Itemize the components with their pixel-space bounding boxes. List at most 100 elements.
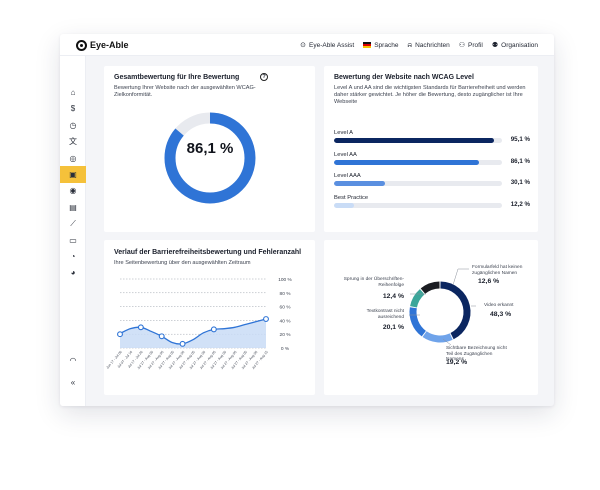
sidebar-item-fingerprint[interactable]: ◎: [60, 150, 86, 167]
fingerprint-icon: ◎: [69, 153, 77, 163]
overall-description: Bewertung Ihrer Website nach der ausgewä…: [114, 85, 256, 99]
dollar-icon: $: [70, 104, 76, 114]
donut-segment[interactable]: [422, 331, 453, 343]
error-distribution-card: Video erkannt 48,3 % Sichtbare Bezeichnung…: [324, 240, 538, 395]
wcag-level-track: [334, 138, 502, 143]
sidebar-item-document[interactable]: ▭: [60, 232, 86, 249]
segment-label: Sprung in der Überschriften-Reihenfolge: [343, 277, 404, 288]
wcag-level-track: [334, 181, 502, 186]
wcag-level-value: 95,1 %: [510, 136, 530, 143]
donut-segment[interactable]: [409, 307, 427, 337]
wcag-level-track: [334, 202, 502, 208]
wcag-level-value: 12,2 %: [510, 200, 530, 208]
wcag-level-card: Bewertung der Website nach WCAG Level Le…: [324, 66, 538, 232]
wcag-level-row: Level AAA 30,1 %: [334, 173, 530, 189]
trend-card: Verlauf der Barrierefreiheitsbewertung u…: [104, 240, 315, 395]
wcag-level-label: Best Practice: [334, 194, 369, 201]
y-tick-label: 60 %: [280, 305, 292, 311]
wcag-level-value: 30,1 %: [510, 179, 530, 186]
nav-label: Profil: [468, 41, 483, 49]
trend-point[interactable]: [179, 340, 186, 347]
y-tick-label: 40 %: [280, 318, 292, 324]
wcag-level-track: [334, 159, 502, 165]
y-tick-label: 20 %: [280, 332, 292, 338]
nav-profile[interactable]: ⚇ Profil: [459, 42, 483, 49]
nav-label: Nachrichten: [415, 41, 450, 49]
app-logo[interactable]: Eye-Able: [76, 39, 129, 51]
trend-chart: 0 %20 %40 %60 %80 %100 %Jun 17 - Jul 06J…: [105, 277, 292, 370]
trend-point[interactable]: [137, 324, 144, 331]
eye-able-logo-icon: [76, 39, 87, 51]
donut-segment[interactable]: [440, 281, 471, 340]
nav-label: Organisation: [501, 41, 538, 49]
nav-messages[interactable]: ⍾ Nachrichten: [407, 42, 449, 49]
segment-value: 20,1 %: [382, 324, 404, 331]
segment-label: Formularfeld hat keinen zugänglichen Nam…: [472, 265, 523, 276]
sidebar-item-dollar[interactable]: $: [60, 100, 86, 117]
nav-eye-able-assist[interactable]: ⊙ Eye-Able Assist: [300, 42, 354, 49]
sidebar-item-target[interactable]: ◉: [60, 182, 86, 199]
segment-label: Video erkannt: [484, 303, 514, 308]
nav-organisation[interactable]: ⚉ Organisation: [492, 42, 538, 49]
nav-language[interactable]: Sprache: [363, 42, 398, 49]
user-icon: ⚇: [458, 41, 466, 49]
y-tick-label: 80 %: [280, 291, 292, 297]
top-bar: Eye-Able ⊙ Eye-Able Assist Sprache ⍾ Nac…: [60, 34, 554, 56]
app-window: Eye-Able ⊙ Eye-Able Assist Sprache ⍾ Nac…: [60, 34, 554, 406]
organisation-icon: ⚉: [491, 41, 499, 49]
wcag-description: Level A und AA sind die wichtigsten Stan…: [334, 85, 526, 106]
nav-label: Sprache: [374, 41, 399, 49]
trend-area: [120, 319, 266, 348]
segment-value: 19,2 %: [446, 359, 468, 366]
eye-able-assist-icon: ⊙: [300, 41, 307, 49]
segment-value: 12,4 %: [382, 293, 404, 300]
trend-point[interactable]: [263, 316, 269, 322]
wcag-level-bar: [334, 138, 494, 143]
overall-score-donut: [164, 112, 256, 204]
home-icon: ⌂: [70, 88, 76, 97]
flag-germany-icon: [363, 42, 372, 48]
sidebar-item-trend-chart[interactable]: ⟋: [60, 215, 86, 232]
wcag-level-row: Level A 95,1 %: [334, 130, 530, 146]
support-icon: ◠: [69, 356, 77, 365]
nav-label: Eye-Able Assist: [309, 41, 355, 49]
sidebar-item-home[interactable]: ⌂: [60, 84, 86, 101]
collapse-icon: «: [70, 378, 76, 387]
sidebar-item-clock[interactable]: ◷: [60, 117, 86, 134]
y-tick-label: 0 %: [281, 346, 290, 352]
sidebar-item-translate[interactable]: 文: [60, 133, 86, 150]
segment-value: 12,6 %: [478, 278, 500, 285]
sidebar-item-pie-chart-alt[interactable]: ◕: [60, 264, 86, 281]
trend-point[interactable]: [158, 333, 165, 340]
wcag-title: Bewertung der Website nach WCAG Level: [334, 74, 474, 81]
pie-chart-icon: ◔: [70, 252, 76, 261]
sidebar-collapse-button[interactable]: «: [60, 374, 86, 391]
wcag-level-bar: [334, 159, 479, 165]
segment-value: 48,3 %: [490, 311, 512, 318]
sidebar-item-pie-chart[interactable]: ◔: [60, 248, 86, 265]
sidebar-item-clipboard-check[interactable]: ▣: [60, 166, 86, 183]
trend-point[interactable]: [117, 331, 123, 338]
trend-chart-icon: ⟋: [70, 218, 76, 228]
pie-chart-alt-icon: ◕: [70, 268, 76, 278]
y-tick-label: 100 %: [278, 277, 292, 283]
wcag-level-label: Level A: [334, 130, 354, 136]
pdf-document-icon: ▤: [69, 202, 77, 212]
overall-score-value: 86,1 %: [186, 140, 234, 157]
wcag-level-label: Level AA: [334, 151, 357, 158]
bell-icon: ⍾: [407, 41, 413, 49]
top-nav: ⊙ Eye-Able Assist Sprache ⍾ Nachrichten …: [300, 39, 538, 51]
help-icon[interactable]: ?: [260, 73, 268, 81]
target-icon: ◉: [69, 186, 77, 196]
leader-line: [452, 268, 469, 286]
trend-point[interactable]: [210, 326, 217, 333]
wcag-level-row: Best Practice 12,2 %: [334, 195, 530, 211]
translate-icon: 文: [69, 137, 77, 147]
sidebar-item-pdf-document[interactable]: ▤: [60, 199, 86, 216]
donut-segment[interactable]: [420, 281, 440, 294]
overall-title: Gesamtbewertung für Ihre Bewertung: [114, 74, 240, 81]
wcag-level-label: Level AAA: [334, 173, 361, 179]
sidebar-support-button[interactable]: ◠: [60, 352, 86, 369]
clock-icon: ◷: [69, 120, 77, 130]
wcag-level-bar: [334, 181, 385, 186]
